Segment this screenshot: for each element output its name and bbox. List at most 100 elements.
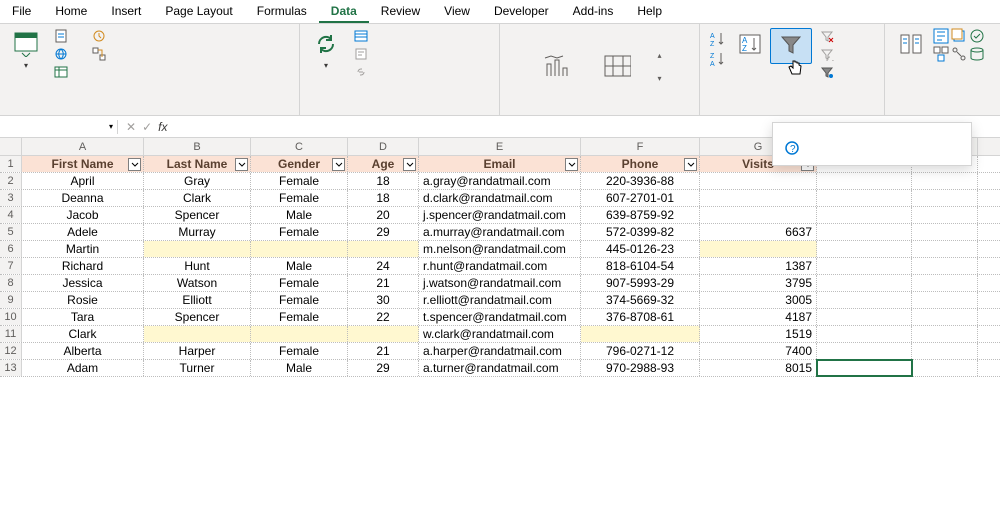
row-header[interactable]: 6 [0, 241, 22, 257]
cell[interactable]: 8015 [700, 360, 817, 376]
cell[interactable] [700, 190, 817, 206]
cell[interactable] [144, 326, 251, 342]
cell[interactable]: j.watson@randatmail.com [419, 275, 581, 291]
cell[interactable] [817, 292, 912, 308]
cell[interactable]: 572-0399-82 [581, 224, 700, 240]
column-header-E[interactable]: E [419, 138, 581, 155]
cell[interactable]: a.harper@randatmail.com [419, 343, 581, 359]
queries-connections-button[interactable] [350, 28, 376, 44]
data-model-icon[interactable] [969, 46, 985, 62]
cell[interactable] [912, 275, 978, 291]
cell[interactable]: Male [251, 258, 348, 274]
cell[interactable]: 818-6104-54 [581, 258, 700, 274]
name-box-input[interactable] [4, 120, 74, 134]
cell[interactable]: 7400 [700, 343, 817, 359]
cell[interactable]: 21 [348, 343, 419, 359]
cell[interactable] [817, 360, 912, 376]
menu-file[interactable]: File [0, 0, 43, 23]
cell[interactable]: Clark [22, 326, 144, 342]
column-header-A[interactable]: A [22, 138, 144, 155]
remove-duplicates-icon[interactable] [951, 28, 967, 44]
menu-view[interactable]: View [432, 0, 482, 23]
header-cell[interactable]: Phone [581, 156, 700, 172]
cell[interactable]: 30 [348, 292, 419, 308]
cell[interactable]: Elliott [144, 292, 251, 308]
filter-dropdown-icon[interactable] [565, 158, 578, 171]
scroll-up-icon[interactable]: ▴ [657, 51, 661, 60]
row-header[interactable]: 11 [0, 326, 22, 342]
column-header-F[interactable]: F [581, 138, 700, 155]
properties-button[interactable] [350, 46, 376, 62]
column-header-B[interactable]: B [144, 138, 251, 155]
cell[interactable]: Spencer [144, 309, 251, 325]
cell[interactable]: Spencer [144, 207, 251, 223]
row-header[interactable]: 13 [0, 360, 22, 376]
advanced-filter-button[interactable] [816, 64, 842, 80]
cell[interactable]: 3005 [700, 292, 817, 308]
cell[interactable]: Male [251, 360, 348, 376]
cell[interactable]: Adele [22, 224, 144, 240]
sort-button[interactable]: AZ [730, 28, 770, 62]
cell[interactable]: 220-3936-88 [581, 173, 700, 189]
cell[interactable]: 18 [348, 190, 419, 206]
cell[interactable]: 24 [348, 258, 419, 274]
row-header[interactable]: 7 [0, 258, 22, 274]
cell[interactable]: 18 [348, 173, 419, 189]
cell[interactable]: Female [251, 343, 348, 359]
cell[interactable]: Harper [144, 343, 251, 359]
cell[interactable]: a.turner@randatmail.com [419, 360, 581, 376]
cell[interactable]: Female [251, 173, 348, 189]
header-cell[interactable]: Gender [251, 156, 348, 172]
cell[interactable]: 21 [348, 275, 419, 291]
cell[interactable]: a.gray@randatmail.com [419, 173, 581, 189]
cell[interactable] [912, 207, 978, 223]
scroll-down-icon[interactable]: ▾ [657, 74, 661, 83]
cell[interactable]: Gray [144, 173, 251, 189]
cell[interactable] [912, 190, 978, 206]
cell[interactable] [817, 190, 912, 206]
cell[interactable]: Clark [144, 190, 251, 206]
consolidate-icon[interactable] [933, 46, 949, 62]
cell[interactable] [348, 326, 419, 342]
tell-me-more-link[interactable]: ? [785, 141, 959, 155]
row-header[interactable]: 10 [0, 309, 22, 325]
flash-fill-icon[interactable] [933, 28, 949, 44]
cell[interactable] [817, 309, 912, 325]
cell[interactable]: a.murray@randatmail.com [419, 224, 581, 240]
cell[interactable] [251, 241, 348, 257]
cell[interactable]: w.clark@randatmail.com [419, 326, 581, 342]
from-table-range-button[interactable] [50, 64, 76, 80]
cell[interactable] [817, 224, 912, 240]
cell[interactable]: Rosie [22, 292, 144, 308]
cell[interactable]: 20 [348, 207, 419, 223]
menu-review[interactable]: Review [369, 0, 432, 23]
cell[interactable]: Murray [144, 224, 251, 240]
cell[interactable]: Female [251, 309, 348, 325]
cell[interactable] [912, 292, 978, 308]
column-header-C[interactable]: C [251, 138, 348, 155]
cell[interactable] [581, 326, 700, 342]
cell[interactable] [912, 326, 978, 342]
caret-down-icon[interactable]: ▾ [109, 122, 113, 131]
cell[interactable]: 445-0126-23 [581, 241, 700, 257]
cell[interactable] [817, 207, 912, 223]
data-validation-icon[interactable] [969, 28, 985, 44]
cell[interactable] [912, 360, 978, 376]
cell[interactable]: Alberta [22, 343, 144, 359]
cell[interactable]: Female [251, 190, 348, 206]
sort-desc-button[interactable]: ZA [708, 50, 728, 68]
from-text-csv-button[interactable] [50, 28, 76, 44]
cell[interactable] [817, 258, 912, 274]
cell[interactable]: 3795 [700, 275, 817, 291]
cell[interactable]: 6637 [700, 224, 817, 240]
cell[interactable]: Jessica [22, 275, 144, 291]
cell[interactable]: Watson [144, 275, 251, 291]
sort-asc-button[interactable]: AZ [708, 30, 728, 48]
header-cell[interactable]: Email [419, 156, 581, 172]
cell[interactable]: 22 [348, 309, 419, 325]
cell[interactable]: 907-5993-29 [581, 275, 700, 291]
filter-button[interactable] [770, 28, 812, 64]
cell[interactable] [912, 343, 978, 359]
clear-filter-button[interactable] [816, 28, 842, 44]
cell[interactable]: 374-5669-32 [581, 292, 700, 308]
